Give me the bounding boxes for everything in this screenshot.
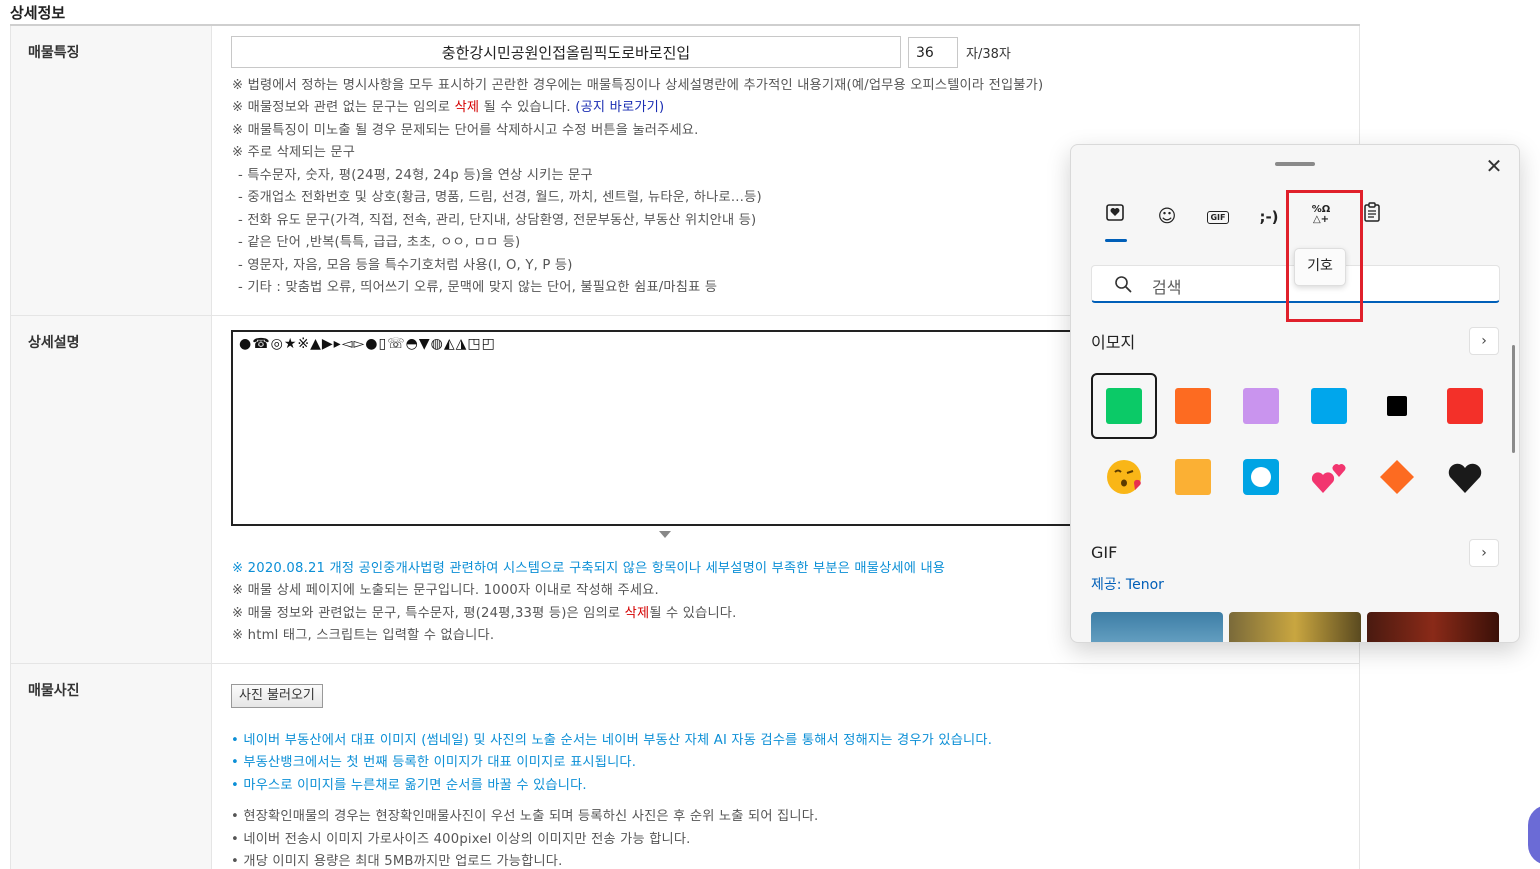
features-note-repeat: - 같은 단어 ,반복(특특, 급급, 초초, ㅇㅇ, ㅁㅁ 등) [238,235,521,250]
emoji-black-square[interactable] [1364,373,1430,439]
gif-thumbnail[interactable] [1091,612,1223,642]
features-note-info-mid: 될 수 있습니다. [479,100,576,115]
emoji-purple-square[interactable] [1228,373,1294,439]
gif-section-chevron-icon[interactable]: › [1469,539,1499,567]
clipboard-icon-graphic [1364,202,1380,222]
notice-link[interactable]: (공지 바로가기) [575,100,664,115]
emoji-orange-yellow-square[interactable] [1160,444,1226,510]
char-count-field[interactable]: 36 [908,37,958,68]
blue-square-icon [1311,388,1347,424]
gif-provider: 제공: Tenor [1091,577,1164,593]
photo-note-drag: • 마우스로 이미지를 누른채로 옮기면 순서를 바꿀 수 있습니다. [231,778,587,793]
drag-handle[interactable] [1275,162,1315,166]
resize-down-icon[interactable] [659,531,671,538]
photo-note-size: • 네이버 전송시 이미지 가로사이즈 400pixel 이상의 이미지만 전송… [231,832,691,847]
features-note-info: ※ 매물정보와 관련 없는 문구는 임의로 삭제 될 수 있습니다. (공지 바… [232,97,664,119]
features-title-input[interactable]: 충한강시민공원인접올림픽도로바로진입 [231,36,901,68]
highlight-box [1286,190,1363,322]
emoji-green-square[interactable] [1091,373,1157,439]
emoji-blue-square[interactable] [1296,373,1362,439]
features-note-agency: - 중개업소 전화번호 및 상호(황금, 명품, 드림, 선경, 월드, 까치,… [238,190,762,205]
description-label: 상세설명 [11,316,212,663]
favorites-icon-graphic [1106,204,1124,221]
photo-note-naver: • 네이버 부동산에서 대표 이미지 (썸네일) 및 사진의 노출 순서는 네이… [231,733,993,748]
gif-section-title: GIF [1091,543,1118,562]
char-count-suffix: 자/38자 [966,47,1011,62]
emoji-black-heart[interactable] [1432,444,1498,510]
emoji-blue-button[interactable] [1228,444,1294,510]
orange-yellow-square-icon [1175,459,1211,495]
emoji-icon[interactable]: ☺ [1151,201,1183,233]
photo-label: 매물사진 [11,664,212,869]
features-note-law: ※ 법령에서 정하는 명시사항을 모두 표시하기 곤란한 경우에는 매물특징이나… [232,78,1044,93]
emoji-orange-square[interactable] [1160,373,1226,439]
photo-note-limit: • 개당 이미지 용량은 최대 5MB까지만 업로드 가능합니다. [231,854,563,869]
features-note-special-chars: - 특수문자, 숫자, 평(24평, 24형, 24p 등)을 연상 시키는 문… [238,168,593,183]
emoji-section-chevron-icon[interactable]: › [1469,327,1499,355]
description-notice: ※ 2020.08.21 개정 공인중개사법령 관련하여 시스템으로 구축되지 … [232,561,946,576]
features-note-common: ※ 주로 삭제되는 문구 [232,145,356,160]
features-note-info-prefix: ※ 매물정보와 관련 없는 문구는 임의로 [232,100,455,115]
load-photo-button[interactable]: 사진 불러오기 [231,684,323,708]
orange-diamond-icon [1380,460,1414,494]
purple-square-icon [1243,388,1279,424]
orange-square-icon [1175,388,1211,424]
section-title: 상세정보 [10,4,66,22]
black-heart-icon [1448,463,1482,493]
description-note-delete-suffix: 될 수 있습니다. [649,606,737,621]
panel-scrollbar[interactable] [1512,345,1515,453]
features-note-hidden: ※ 매물특징이 미노출 될 경우 문제되는 단어를 삭제하시고 수정 버튼을 눌… [232,123,699,138]
description-textarea[interactable]: ●☎◎★※▲▶▸◅▻●▯☏◓▼◍◭◮◳◰ [231,330,1091,526]
features-note-info-delete: 삭제 [454,100,480,115]
features-label: 매물특징 [11,26,212,315]
description-text: ●☎◎★※▲▶▸◅▻●▯☏◓▼◍◭◮◳◰ [239,336,496,352]
black-small-square-icon [1387,396,1407,416]
green-square-icon [1106,388,1142,424]
description-note-delete-red: 삭제 [624,606,650,621]
emoji-section-title: 이모지 [1091,333,1136,352]
features-note-phone: - 전화 유도 문구(가격, 직접, 전속, 관리, 단지내, 상담환영, 전문… [238,213,757,228]
red-square-icon [1447,388,1483,424]
gif-icon[interactable]: GIF [1202,201,1234,233]
photo-note-onsite: • 현장확인매물의 경우는 현장확인매물사진이 우선 노출 되며 등록하신 사진… [231,809,819,824]
search-icon [1115,276,1132,293]
gif-thumbnail[interactable] [1229,612,1361,642]
floating-assistant-icon[interactable] [1528,805,1540,865]
description-note-delete-prefix: ※ 매물 정보와 관련없는 문구, 특수문자, 평(24평,33평 등)은 임의… [232,606,625,621]
emoji-red-square[interactable] [1432,373,1498,439]
description-note-length: ※ 매물 상세 페이지에 노출되는 문구입니다. 1000자 이내로 작성해 주… [232,583,659,598]
gif-tab-label: GIF [1207,210,1229,224]
close-icon[interactable]: ✕ [1483,155,1505,177]
active-tab-indicator [1105,239,1127,242]
kaomoji-icon[interactable]: ;-) [1253,201,1285,233]
search-placeholder: 검색 [1152,278,1182,297]
two-hearts-icon [1311,464,1346,493]
favorites-icon[interactable] [1099,201,1131,233]
photo-note-first: • 부동산뱅크에서는 첫 번째 등록한 이미지가 대표 이미지로 표시됩니다. [231,755,637,770]
emoji-two-hearts[interactable] [1296,444,1362,510]
description-note-html: ※ html 태그, 스크립트는 입력할 수 없습니다. [232,628,495,643]
blue-button-icon [1243,459,1279,495]
features-note-etc: - 기타 : 맞춤법 오류, 띄어쓰기 오류, 문맥에 맞지 않는 단어, 불필… [238,280,718,295]
emoji-orange-diamond[interactable] [1364,444,1430,510]
kissing-face-icon [1107,460,1141,494]
features-note-letters: - 영문자, 자음, 모음 등을 특수기호처럼 사용(I, O, Y, P 등) [238,258,573,273]
gif-thumbnail[interactable] [1367,612,1499,642]
description-note-delete: ※ 매물 정보와 관련없는 문구, 특수문자, 평(24평,33평 등)은 임의… [232,603,737,625]
emoji-kissing-face[interactable] [1091,444,1157,510]
